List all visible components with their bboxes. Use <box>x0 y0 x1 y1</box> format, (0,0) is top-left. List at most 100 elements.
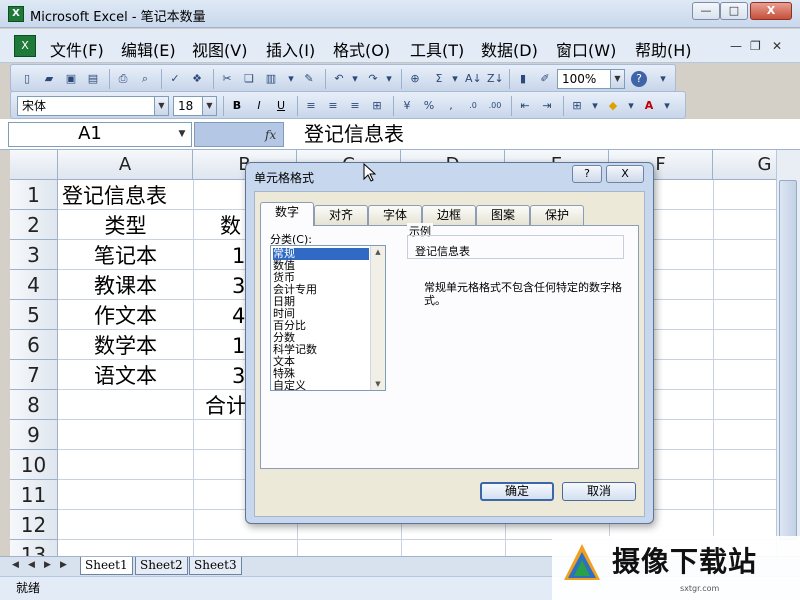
font-size-dropdown-icon[interactable]: ▼ <box>202 97 216 115</box>
menu-edit[interactable]: 编辑(E) <box>121 37 176 61</box>
save-icon[interactable]: ▣ <box>63 71 79 87</box>
dialog-help-button[interactable]: ? <box>572 165 602 183</box>
currency-icon[interactable]: ¥ <box>399 98 415 114</box>
cancel-button[interactable]: 取消 <box>562 482 636 501</box>
menu-file[interactable]: 文件(F) <box>50 37 104 61</box>
cell-b4[interactable]: 3 <box>232 271 245 301</box>
tab-number[interactable]: 数字 <box>260 202 314 226</box>
menu-view[interactable]: 视图(V) <box>192 37 247 61</box>
percent-icon[interactable]: % <box>421 98 437 114</box>
row-header-11[interactable]: 11 <box>10 480 58 510</box>
sheet-tab-sheet1[interactable]: Sheet1 <box>80 557 133 575</box>
autosum-icon[interactable]: Σ <box>431 71 447 87</box>
spelling-icon[interactable]: ✓ <box>167 71 183 87</box>
row-header-12[interactable]: 12 <box>10 510 58 540</box>
cell-a7[interactable]: 语文本 <box>58 361 193 391</box>
format-painter-icon[interactable]: ✎ <box>301 71 317 87</box>
menu-data[interactable]: 数据(D) <box>481 37 538 61</box>
paste-dropdown-icon[interactable]: ▾ <box>283 71 299 87</box>
paste-icon[interactable]: ▥ <box>263 71 279 87</box>
cell-a5[interactable]: 作文本 <box>58 301 193 331</box>
cut-icon[interactable]: ✂ <box>219 71 235 87</box>
menu-format[interactable]: 格式(O) <box>333 37 390 61</box>
merge-center-icon[interactable]: ⊞ <box>369 98 385 114</box>
autosum-dropdown-icon[interactable]: ▾ <box>447 71 463 87</box>
borders-icon[interactable]: ⊞ <box>569 98 585 114</box>
doc-restore-icon[interactable]: ❐ <box>750 39 761 53</box>
menu-insert[interactable]: 插入(I) <box>266 37 315 61</box>
chart-wizard-icon[interactable]: ▮ <box>515 71 531 87</box>
cell-b5[interactable]: 4 <box>232 301 245 331</box>
row-header-13[interactable]: 13 <box>10 540 58 556</box>
fill-color-dropdown-icon[interactable]: ▾ <box>623 98 639 114</box>
insert-function-icon[interactable]: fx <box>265 128 276 142</box>
toolbar-options-icon[interactable]: ▾ <box>655 71 671 87</box>
doc-close-icon[interactable]: ✕ <box>772 39 782 53</box>
row-header-7[interactable]: 7 <box>10 360 58 390</box>
vertical-scrollbar[interactable] <box>776 150 800 556</box>
scroll-up-icon[interactable]: ▲ <box>371 246 385 258</box>
cell-a6[interactable]: 数学本 <box>58 331 193 361</box>
sheet-tab-sheet2[interactable]: Sheet2 <box>135 557 188 575</box>
fill-color-icon[interactable]: ◆ <box>605 98 621 114</box>
print-icon[interactable]: ⎙ <box>115 71 131 87</box>
cell-a4[interactable]: 教课本 <box>58 271 193 301</box>
ok-button[interactable]: 确定 <box>480 482 554 501</box>
category-listbox[interactable]: 常规 数值 货币 会计专用 日期 时间 百分比 分数 科学记数 文本 特殊 自定… <box>270 245 386 391</box>
row-header-9[interactable]: 9 <box>10 420 58 450</box>
first-sheet-icon[interactable]: ◀ <box>12 560 19 570</box>
research-icon[interactable]: ❖ <box>189 71 205 87</box>
dialog-close-button[interactable]: X <box>606 165 644 183</box>
font-color-icon[interactable]: A <box>641 98 657 114</box>
name-box-dropdown-icon[interactable]: ▼ <box>173 123 191 146</box>
column-header-g[interactable]: G <box>713 150 776 180</box>
cell-b3[interactable]: 1 <box>232 241 245 271</box>
hyperlink-icon[interactable]: ⊕ <box>407 71 423 87</box>
font-name-combo[interactable]: 宋体 ▼ <box>17 96 169 116</box>
cell-b2[interactable]: 数 <box>220 211 241 241</box>
permission-icon[interactable]: ▤ <box>85 71 101 87</box>
prev-sheet-icon[interactable]: ◀ <box>28 560 35 570</box>
decrease-decimal-icon[interactable]: .00 <box>487 98 503 114</box>
align-right-icon[interactable]: ≡ <box>347 98 363 114</box>
tab-font[interactable]: 字体 <box>368 205 422 225</box>
tab-alignment[interactable]: 对齐 <box>314 205 368 225</box>
tab-patterns[interactable]: 图案 <box>476 205 530 225</box>
scroll-down-icon[interactable]: ▼ <box>371 378 385 390</box>
row-header-2[interactable]: 2 <box>10 210 58 240</box>
sheet-tab-sheet3[interactable]: Sheet3 <box>189 557 242 575</box>
row-header-10[interactable]: 10 <box>10 450 58 480</box>
undo-icon[interactable]: ↶ <box>331 71 347 87</box>
align-center-icon[interactable]: ≡ <box>325 98 341 114</box>
row-header-6[interactable]: 6 <box>10 330 58 360</box>
category-scrollbar[interactable]: ▲ ▼ <box>370 246 385 390</box>
menu-window[interactable]: 窗口(W) <box>556 37 616 61</box>
doc-minimize-icon[interactable]: — <box>730 39 742 53</box>
category-item-custom[interactable]: 自定义 <box>273 380 369 391</box>
decrease-indent-icon[interactable]: ⇤ <box>517 98 533 114</box>
vertical-scroll-thumb[interactable] <box>779 180 797 540</box>
close-button[interactable]: X <box>750 2 792 20</box>
name-box[interactable]: A1 ▼ <box>8 122 192 147</box>
menu-help[interactable]: 帮助(H) <box>635 37 692 61</box>
workbook-icon[interactable]: X <box>14 35 36 57</box>
font-dropdown-icon[interactable]: ▼ <box>154 97 168 115</box>
increase-indent-icon[interactable]: ⇥ <box>539 98 555 114</box>
bold-icon[interactable]: B <box>229 98 245 114</box>
formula-content[interactable]: 登记信息表 <box>304 122 404 147</box>
next-sheet-icon[interactable]: ▶ <box>44 560 51 570</box>
last-sheet-icon[interactable]: ▶ <box>60 560 67 570</box>
zoom-combo[interactable]: 100% ▼ <box>557 69 625 89</box>
align-left-icon[interactable]: ≡ <box>303 98 319 114</box>
redo-dropdown-icon[interactable]: ▾ <box>381 71 397 87</box>
open-icon[interactable]: ▰ <box>41 71 57 87</box>
row-header-3[interactable]: 3 <box>10 240 58 270</box>
row-header-4[interactable]: 4 <box>10 270 58 300</box>
print-preview-icon[interactable]: ⌕ <box>137 71 153 87</box>
minimize-button[interactable]: — <box>692 2 720 20</box>
copy-icon[interactable]: ❏ <box>241 71 257 87</box>
cell-b8[interactable]: 合计 <box>205 391 247 421</box>
sort-ascending-icon[interactable]: A↓ <box>465 71 482 87</box>
row-header-1[interactable]: 1 <box>10 180 58 210</box>
maximize-button[interactable]: □ <box>720 2 748 20</box>
